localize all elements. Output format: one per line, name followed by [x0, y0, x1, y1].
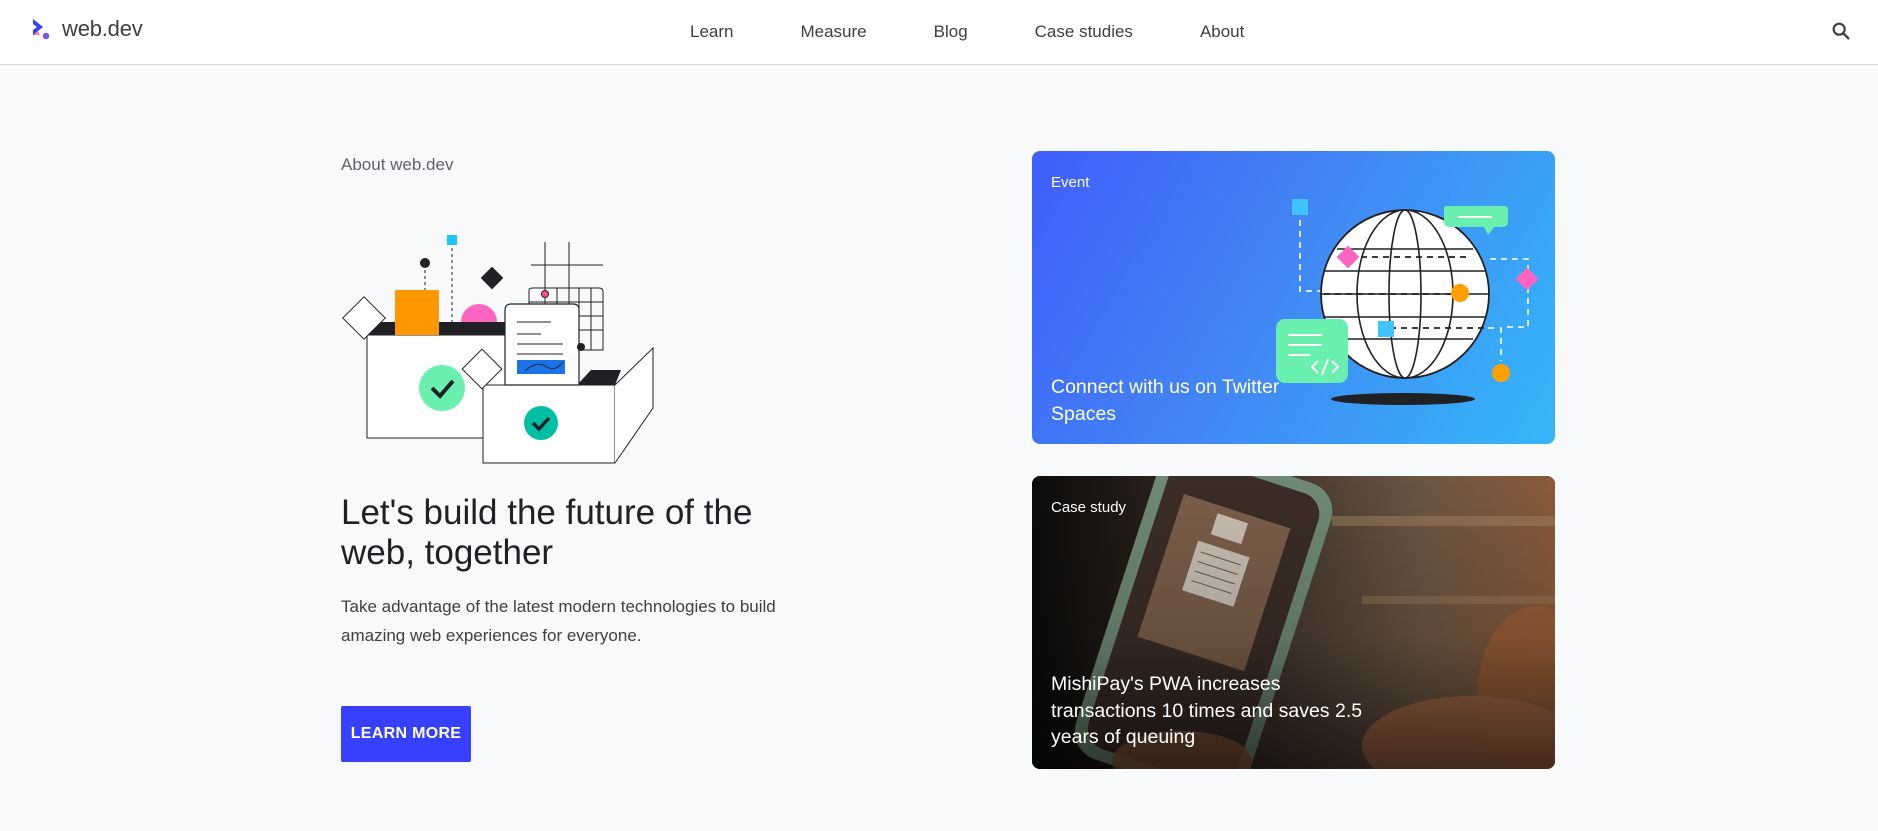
- nav-measure[interactable]: Measure: [800, 22, 866, 42]
- web-dev-logo-icon: [33, 19, 50, 40]
- learn-more-button[interactable]: LEARN MORE: [341, 706, 471, 762]
- brand-name: web.dev: [62, 16, 143, 41]
- card-tag: Event: [1051, 174, 1090, 191]
- eyebrow-label: About web.dev: [341, 155, 454, 174]
- search-icon[interactable]: [1830, 20, 1852, 42]
- card-tag: Case study: [1051, 499, 1127, 516]
- nav-blog[interactable]: Blog: [934, 22, 968, 42]
- case-study-card[interactable]: Case study MishiPay's PWA increases tran…: [1032, 476, 1555, 769]
- card-title[interactable]: Connect with us on Twitter Spaces: [1051, 374, 1291, 427]
- event-card[interactable]: Event Connect with us on Twitter Spaces: [1032, 151, 1555, 444]
- boxes-illustration: [342, 235, 654, 464]
- nav-about[interactable]: About: [1200, 22, 1244, 42]
- top-app-bar: web.dev Learn Measure Blog Case studies …: [0, 0, 1878, 65]
- nav-case-studies[interactable]: Case studies: [1035, 22, 1133, 42]
- brand-link[interactable]: web.dev: [30, 14, 143, 44]
- card-title[interactable]: MishiPay's PWA increases transactions 10…: [1051, 671, 1381, 751]
- main-nav: Learn Measure Blog Case studies About: [690, 0, 1244, 64]
- hero-description: Take advantage of the latest modern tech…: [341, 597, 776, 645]
- nav-learn[interactable]: Learn: [690, 22, 733, 42]
- page-title: Let's build the future of the web, toget…: [341, 493, 753, 572]
